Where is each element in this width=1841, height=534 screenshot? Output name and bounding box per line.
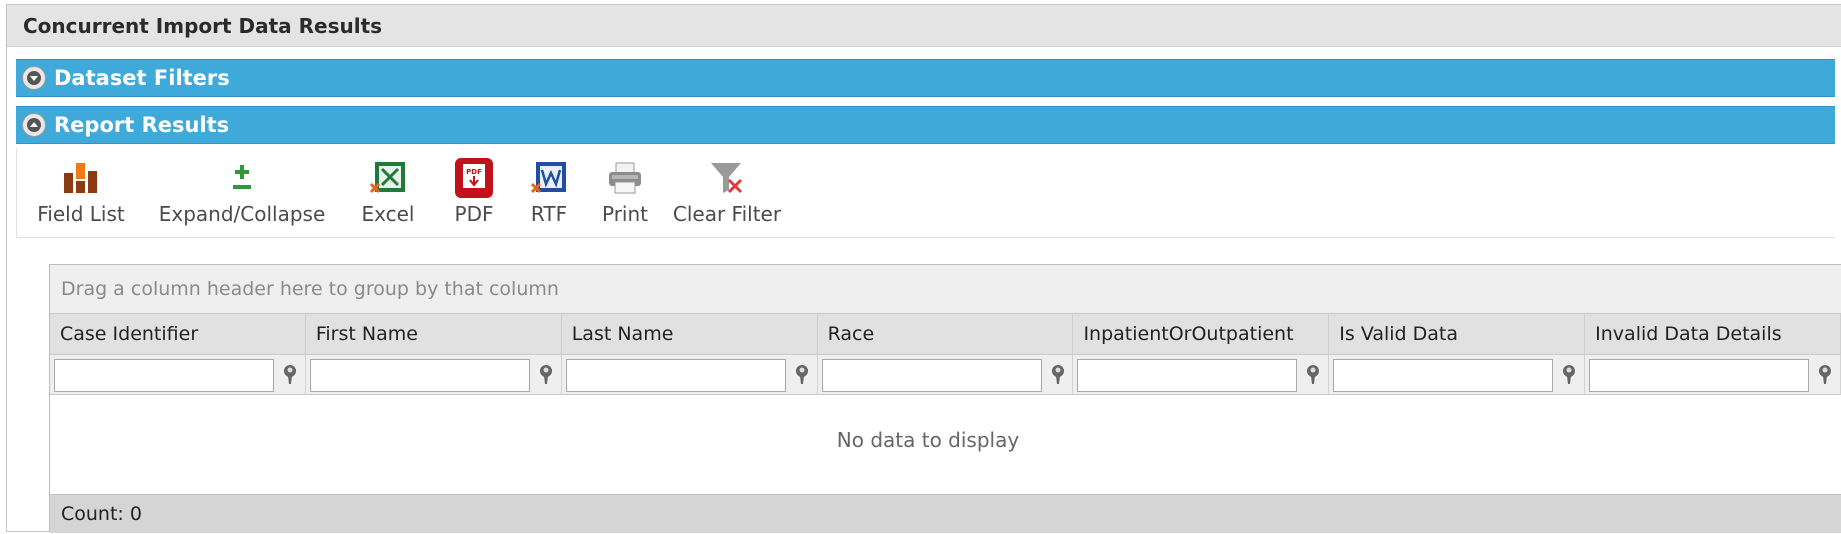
- filter-cell-is-valid-data: [1329, 355, 1586, 395]
- filter-input-case-identifier[interactable]: [54, 358, 274, 392]
- filter-cell-first-name: [306, 355, 562, 395]
- filter-cell-last-name: [562, 355, 818, 395]
- filter-input-race[interactable]: [821, 358, 1042, 392]
- filter-options-icon[interactable]: [278, 361, 302, 389]
- excel-label: Excel: [361, 202, 415, 226]
- filter-options-icon[interactable]: [1813, 361, 1837, 389]
- filter-options-icon[interactable]: [1301, 361, 1325, 389]
- column-header-race[interactable]: Race: [818, 314, 1074, 355]
- pdf-icon: PDF: [454, 156, 494, 200]
- filter-input-first-name[interactable]: [309, 358, 530, 392]
- filter-input-inpatient-outpatient[interactable]: [1077, 358, 1298, 392]
- expand-collapse-button[interactable]: Expand/Collapse: [158, 148, 326, 238]
- expand-collapse-label: Expand/Collapse: [158, 202, 326, 226]
- filter-options-icon[interactable]: [790, 361, 814, 389]
- excel-icon: [368, 156, 408, 200]
- plus-minus-icon: [222, 156, 262, 200]
- dataset-filters-header[interactable]: Dataset Filters: [16, 59, 1835, 97]
- rtf-export-button[interactable]: RTF: [523, 148, 575, 238]
- column-header-is-valid-data[interactable]: Is Valid Data: [1329, 314, 1586, 355]
- collapse-up-icon[interactable]: [22, 113, 46, 137]
- column-header-inpatient-outpatient[interactable]: InpatientOrOutpatient: [1073, 314, 1330, 355]
- column-header-first-name[interactable]: First Name: [306, 314, 562, 355]
- column-header-row: Case Identifier First Name Last Name Rac…: [50, 314, 1841, 355]
- excel-export-button[interactable]: Excel: [357, 148, 419, 238]
- expand-down-icon[interactable]: [22, 66, 46, 90]
- filter-cell-inpatient-outpatient: [1073, 355, 1330, 395]
- filter-input-is-valid-data[interactable]: [1333, 358, 1554, 392]
- print-button[interactable]: Print: [594, 148, 656, 238]
- group-by-panel[interactable]: Drag a column header here to group by th…: [50, 265, 1841, 314]
- column-header-invalid-data-details[interactable]: Invalid Data Details: [1585, 314, 1841, 355]
- empty-data-row: No data to display: [50, 395, 1841, 485]
- clear-filter-icon: [707, 156, 747, 200]
- clear-filter-label: Clear Filter: [672, 202, 782, 226]
- print-label: Print: [601, 202, 648, 226]
- field-list-icon: [61, 156, 101, 200]
- filter-row: [50, 355, 1841, 395]
- column-header-case-identifier[interactable]: Case Identifier: [50, 314, 306, 355]
- filter-options-icon[interactable]: [534, 361, 558, 389]
- results-grid: Drag a column header here to group by th…: [49, 264, 1841, 533]
- filter-cell-case-identifier: [50, 355, 306, 395]
- pdf-export-button[interactable]: PDF PDF: [444, 148, 504, 238]
- column-header-last-name[interactable]: Last Name: [562, 314, 818, 355]
- report-results-header[interactable]: Report Results: [16, 106, 1835, 144]
- clear-filter-button[interactable]: Clear Filter: [671, 148, 783, 238]
- report-results-label: Report Results: [54, 113, 230, 137]
- filter-options-icon[interactable]: [1557, 361, 1581, 389]
- grid-footer-count: Count: 0: [50, 494, 1841, 533]
- word-rtf-icon: [529, 156, 569, 200]
- filter-input-invalid-data-details[interactable]: [1589, 358, 1810, 392]
- filter-options-icon[interactable]: [1046, 361, 1070, 389]
- filter-input-last-name[interactable]: [565, 358, 786, 392]
- printer-icon: [605, 156, 645, 200]
- no-data-message: No data to display: [836, 428, 1020, 452]
- svg-text:PDF: PDF: [466, 168, 482, 176]
- field-list-label: Field List: [37, 202, 125, 226]
- pdf-label: PDF: [454, 202, 494, 226]
- filter-cell-race: [818, 355, 1074, 395]
- panel-title: Concurrent Import Data Results: [7, 5, 1841, 47]
- filter-cell-invalid-data-details: [1585, 355, 1841, 395]
- field-list-button[interactable]: Field List: [37, 148, 125, 238]
- rtf-label: RTF: [530, 202, 568, 226]
- dataset-filters-label: Dataset Filters: [54, 66, 230, 90]
- report-toolbar: Field List Expand/Collapse Excel PDF PDF…: [16, 148, 1835, 238]
